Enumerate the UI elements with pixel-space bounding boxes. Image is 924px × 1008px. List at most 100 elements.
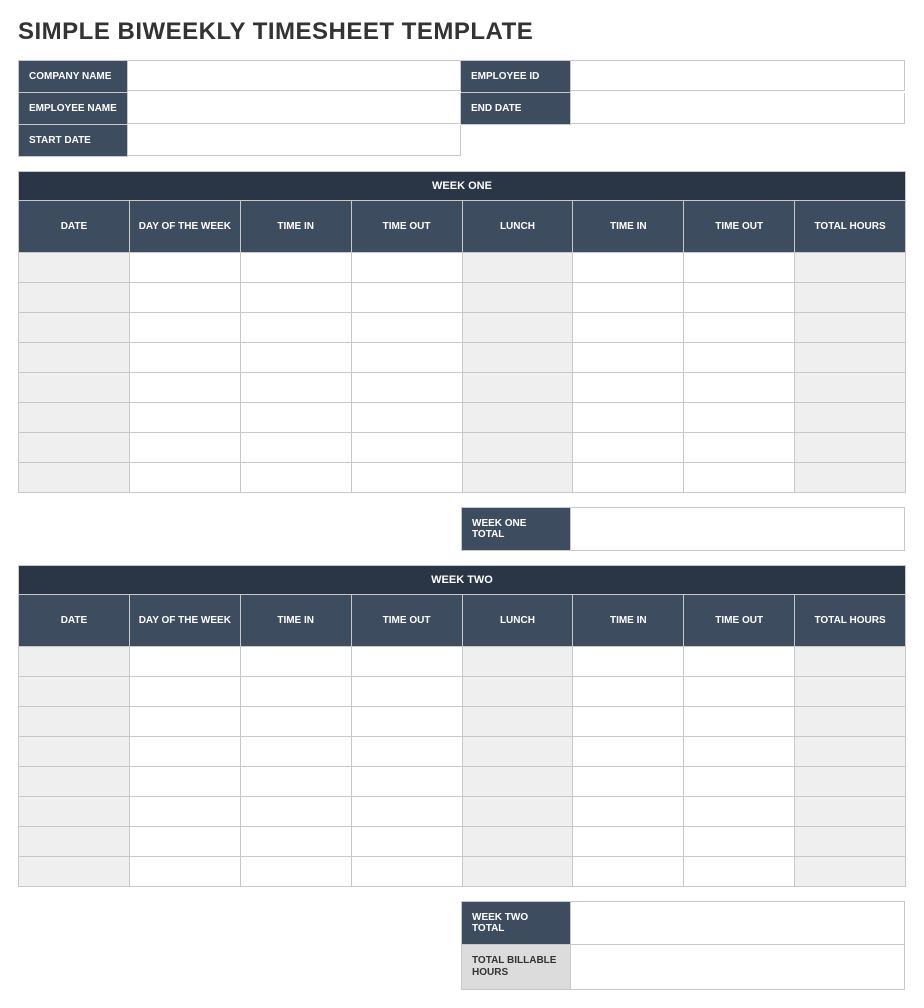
cell[interactable] [19, 827, 130, 857]
cell[interactable] [795, 857, 906, 887]
week-one-total-value[interactable] [571, 507, 905, 551]
cell[interactable] [240, 797, 351, 827]
cell[interactable] [573, 647, 684, 677]
cell[interactable] [240, 343, 351, 373]
cell[interactable] [240, 373, 351, 403]
cell[interactable] [19, 767, 130, 797]
cell[interactable] [129, 737, 240, 767]
cell[interactable] [573, 373, 684, 403]
cell[interactable] [19, 313, 130, 343]
cell[interactable] [795, 707, 906, 737]
cell[interactable] [795, 737, 906, 767]
cell[interactable] [573, 767, 684, 797]
cell[interactable] [573, 737, 684, 767]
cell[interactable] [240, 463, 351, 493]
cell[interactable] [684, 313, 795, 343]
cell[interactable] [684, 343, 795, 373]
cell[interactable] [462, 737, 573, 767]
cell[interactable] [351, 463, 462, 493]
cell[interactable] [573, 707, 684, 737]
cell[interactable] [573, 403, 684, 433]
cell[interactable] [795, 283, 906, 313]
cell[interactable] [684, 253, 795, 283]
cell[interactable] [129, 253, 240, 283]
cell[interactable] [684, 767, 795, 797]
cell[interactable] [462, 707, 573, 737]
cell[interactable] [795, 433, 906, 463]
cell[interactable] [573, 343, 684, 373]
cell[interactable] [462, 647, 573, 677]
cell[interactable] [19, 677, 130, 707]
cell[interactable] [19, 283, 130, 313]
start-date-value[interactable] [128, 125, 461, 156]
cell[interactable] [240, 827, 351, 857]
cell[interactable] [573, 677, 684, 707]
cell[interactable] [573, 827, 684, 857]
cell[interactable] [240, 283, 351, 313]
cell[interactable] [19, 857, 130, 887]
cell[interactable] [240, 707, 351, 737]
cell[interactable] [795, 647, 906, 677]
cell[interactable] [351, 253, 462, 283]
cell[interactable] [129, 707, 240, 737]
cell[interactable] [573, 283, 684, 313]
cell[interactable] [351, 373, 462, 403]
cell[interactable] [19, 433, 130, 463]
cell[interactable] [240, 737, 351, 767]
cell[interactable] [240, 433, 351, 463]
cell[interactable] [19, 343, 130, 373]
cell[interactable] [129, 283, 240, 313]
cell[interactable] [462, 343, 573, 373]
cell[interactable] [351, 283, 462, 313]
cell[interactable] [684, 373, 795, 403]
cell[interactable] [795, 313, 906, 343]
cell[interactable] [351, 343, 462, 373]
cell[interactable] [351, 767, 462, 797]
cell[interactable] [240, 767, 351, 797]
cell[interactable] [462, 767, 573, 797]
cell[interactable] [462, 403, 573, 433]
cell[interactable] [129, 857, 240, 887]
cell[interactable] [462, 857, 573, 887]
cell[interactable] [129, 313, 240, 343]
cell[interactable] [351, 647, 462, 677]
cell[interactable] [684, 707, 795, 737]
total-billable-value[interactable] [571, 945, 905, 990]
cell[interactable] [129, 433, 240, 463]
cell[interactable] [573, 313, 684, 343]
cell[interactable] [795, 463, 906, 493]
company-name-value[interactable] [128, 60, 461, 91]
cell[interactable] [240, 253, 351, 283]
cell[interactable] [19, 253, 130, 283]
cell[interactable] [240, 677, 351, 707]
cell[interactable] [129, 647, 240, 677]
cell[interactable] [795, 253, 906, 283]
cell[interactable] [351, 677, 462, 707]
cell[interactable] [129, 767, 240, 797]
cell[interactable] [240, 857, 351, 887]
cell[interactable] [351, 433, 462, 463]
cell[interactable] [684, 433, 795, 463]
cell[interactable] [684, 677, 795, 707]
employee-name-value[interactable] [128, 93, 461, 124]
cell[interactable] [19, 707, 130, 737]
cell[interactable] [684, 827, 795, 857]
cell[interactable] [129, 463, 240, 493]
cell[interactable] [684, 647, 795, 677]
cell[interactable] [351, 403, 462, 433]
cell[interactable] [19, 797, 130, 827]
cell[interactable] [795, 827, 906, 857]
cell[interactable] [462, 253, 573, 283]
cell[interactable] [684, 283, 795, 313]
cell[interactable] [19, 463, 130, 493]
cell[interactable] [351, 707, 462, 737]
cell[interactable] [129, 677, 240, 707]
cell[interactable] [573, 797, 684, 827]
cell[interactable] [795, 343, 906, 373]
cell[interactable] [684, 857, 795, 887]
cell[interactable] [573, 433, 684, 463]
cell[interactable] [795, 373, 906, 403]
cell[interactable] [795, 767, 906, 797]
cell[interactable] [795, 797, 906, 827]
cell[interactable] [351, 737, 462, 767]
